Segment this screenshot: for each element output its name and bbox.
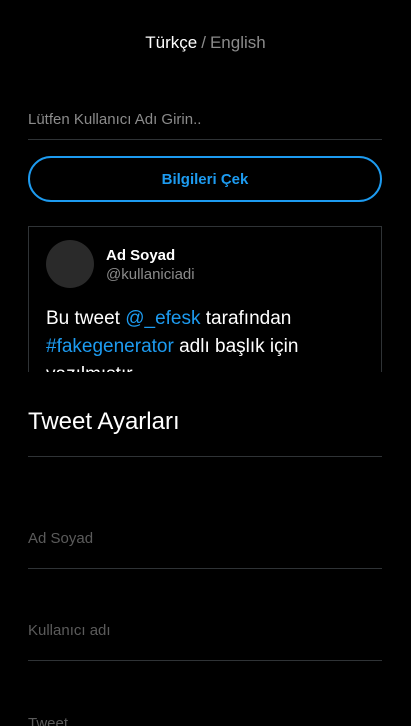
settings-title: Tweet Ayarları — [28, 408, 180, 435]
tweet-text-part1: Bu tweet — [46, 308, 126, 329]
language-english[interactable]: English — [210, 33, 266, 52]
username-field[interactable] — [28, 601, 382, 661]
language-turkish[interactable]: Türkçe — [145, 33, 197, 52]
fetch-info-button[interactable]: Bilgileri Çek — [28, 156, 382, 202]
tweet-hashtag-link[interactable]: #fakegenerator — [46, 336, 174, 357]
username-fetch-input[interactable] — [28, 100, 382, 140]
avatar — [46, 240, 94, 288]
language-switch: Türkçe / English — [0, 33, 411, 53]
tweet-preview-card: Ad Soyad @kullaniciadi Bu tweet @_efesk … — [28, 226, 382, 372]
tweet-text: Bu tweet @_efesk tarafından #fakegenerat… — [46, 305, 366, 372]
fake-tweet-generator-page: Türkçe/English Bilgileri Çek Ad Soyad @k… — [0, 0, 411, 726]
tweet-handle: @kullaniciadi — [106, 266, 195, 283]
tweet-field[interactable] — [28, 693, 382, 726]
language-separator: / — [201, 33, 206, 52]
name-field[interactable] — [28, 509, 382, 569]
tweet-mention-link[interactable]: @_efesk — [125, 308, 200, 329]
settings-divider — [28, 456, 382, 457]
tweet-text-part2: tarafından — [200, 308, 292, 329]
tweet-display-name: Ad Soyad — [106, 247, 176, 264]
